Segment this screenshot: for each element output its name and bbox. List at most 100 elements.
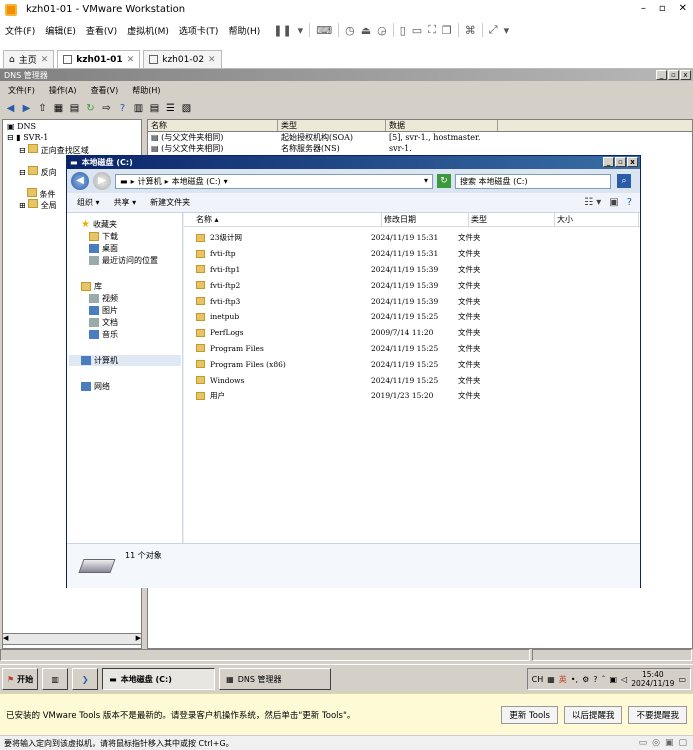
tab-close-icon[interactable]: ✕ bbox=[41, 55, 49, 65]
guest-screen[interactable]: DNS 管理器 _ ▫ x 文件(F) 操作(A) 查看(V) 帮助(H) ◀ … bbox=[0, 69, 693, 693]
dns-tree-scrollbar[interactable]: ◀ ▶ bbox=[2, 633, 142, 645]
taskbar-item-explorer[interactable]: ▬ 本地磁盘 (C:) bbox=[102, 668, 216, 690]
share-button[interactable]: 共享 ▾ bbox=[114, 197, 137, 208]
never-remind-button[interactable]: 不要提醒我 bbox=[628, 706, 687, 724]
refresh-icon[interactable]: ↻ bbox=[84, 102, 97, 115]
view-options-icon[interactable]: ☷ ▾ bbox=[584, 197, 601, 208]
console-icon[interactable]: ⌘ bbox=[465, 24, 476, 37]
tab-home[interactable]: ⌂ 主页 ✕ bbox=[3, 50, 55, 68]
up-icon[interactable]: ⇧ bbox=[36, 102, 49, 115]
help-icon[interactable]: ? bbox=[116, 102, 129, 115]
tree-item-dns[interactable]: ▣ DNS bbox=[7, 122, 36, 131]
close-button[interactable]: x bbox=[680, 70, 691, 80]
taskbar-item-dns[interactable]: ▦ DNS 管理器 bbox=[219, 668, 332, 690]
explorer-window[interactable]: ▬ 本地磁盘 (C:) _ ▫ x ◀ ▶ ▬ ▸ 计算机 ▸ 本地磁盘 (C:… bbox=[66, 155, 641, 588]
thumbnail-view-icon[interactable]: ▭ bbox=[412, 24, 422, 37]
powershell-icon[interactable]: ❯ bbox=[72, 668, 99, 690]
preview-pane-icon[interactable]: ▣ bbox=[609, 197, 618, 208]
pause-icon[interactable]: ❚❚ bbox=[273, 24, 291, 37]
file-row[interactable]: fvti-ftp3 2024/11/19 15:39 文件夹 bbox=[184, 293, 640, 309]
revert-snapshot-icon[interactable]: ⏏ bbox=[361, 24, 371, 37]
list-icon[interactable]: ☰ bbox=[164, 102, 177, 115]
refresh-button[interactable]: ↻ bbox=[437, 174, 451, 188]
column-size[interactable]: 大小 bbox=[555, 212, 639, 227]
nav-downloads[interactable]: 下载 bbox=[89, 231, 118, 242]
new-folder-button[interactable]: 新建文件夹 bbox=[150, 197, 190, 208]
remind-later-button[interactable]: 以后提醒我 bbox=[563, 706, 623, 724]
file-row[interactable]: fvti-ftp1 2024/11/19 15:39 文件夹 bbox=[184, 262, 640, 278]
breadcrumb-separator-icon[interactable]: ▾ bbox=[224, 177, 228, 186]
scroll-left-icon[interactable]: ◀ bbox=[3, 634, 8, 644]
address-dropdown-icon[interactable]: ▾ bbox=[424, 176, 428, 185]
organize-button[interactable]: 组织 ▾ bbox=[77, 197, 100, 208]
search-input[interactable]: 搜索 本地磁盘 (C:) bbox=[455, 173, 611, 189]
dns-menu-file[interactable]: 文件(F) bbox=[8, 85, 35, 96]
ime-mode[interactable]: 英 bbox=[559, 674, 567, 685]
dns-menu-action[interactable]: 操作(A) bbox=[49, 85, 77, 96]
fullscreen-icon[interactable]: ⛶ bbox=[428, 23, 436, 37]
search-icon[interactable]: ⌕ bbox=[617, 174, 631, 188]
file-row[interactable]: Program Files (x86) 2024/11/19 15:25 文件夹 bbox=[184, 356, 640, 372]
display-icon[interactable]: ▢ bbox=[678, 738, 687, 748]
nav-recent[interactable]: 最近访问的位置 bbox=[89, 255, 158, 266]
console-tree-icon[interactable]: ▦ bbox=[52, 102, 65, 115]
clock[interactable]: 15:40 2024/11/19 bbox=[631, 670, 674, 688]
dns-record-row[interactable]: ▤ (与父文件夹相同) 名称服务器(NS) svr-1. bbox=[148, 143, 692, 154]
cd-icon[interactable]: ◎ bbox=[652, 738, 660, 748]
menu-edit[interactable]: 编辑(E) bbox=[40, 24, 81, 37]
breadcrumb-separator-icon[interactable]: ▸ bbox=[131, 177, 135, 186]
hard-disk-icon[interactable]: ▭ bbox=[639, 738, 648, 748]
minimize-button[interactable]: _ bbox=[656, 70, 667, 80]
nav-desktop[interactable]: 桌面 bbox=[89, 243, 118, 254]
file-row[interactable]: 用户 2019/1/23 15:20 文件夹 bbox=[184, 388, 640, 404]
back-icon[interactable]: ◀ bbox=[4, 102, 17, 115]
dropdown-arrow-icon[interactable]: ▾ bbox=[298, 24, 304, 37]
breadcrumb-drive[interactable]: 本地磁盘 (C:) bbox=[172, 176, 221, 187]
show-desktop-icon[interactable]: ▭ bbox=[678, 675, 686, 684]
tree-item-server[interactable]: ⊟ ▮ SVR-1 bbox=[7, 133, 48, 142]
breadcrumb-computer[interactable]: 计算机 bbox=[138, 176, 162, 187]
file-row[interactable]: fvti-ftp2 2024/11/19 15:39 文件夹 bbox=[184, 277, 640, 293]
close-button[interactable]: ✕ bbox=[679, 3, 687, 14]
file-row[interactable]: PerfLogs 2009/7/14 11:20 文件夹 bbox=[184, 325, 640, 341]
file-row[interactable]: inetpub 2024/11/19 15:25 文件夹 bbox=[184, 309, 640, 325]
help-icon[interactable]: ? bbox=[593, 675, 597, 684]
server-manager-icon[interactable]: ▥ bbox=[42, 668, 69, 690]
filter-icon[interactable]: ▧ bbox=[180, 102, 193, 115]
nav-favorites[interactable]: ★ 收藏夹 bbox=[81, 219, 117, 230]
tab-close-icon[interactable]: ✕ bbox=[208, 55, 216, 65]
column-type[interactable]: 类型 bbox=[469, 212, 555, 227]
tab-close-icon[interactable]: ✕ bbox=[127, 55, 135, 65]
nav-music[interactable]: 音乐 bbox=[89, 329, 118, 340]
address-input[interactable]: ▬ ▸ 计算机 ▸ 本地磁盘 (C:) ▾ ▾ bbox=[115, 173, 433, 189]
back-button[interactable]: ◀ bbox=[71, 172, 89, 190]
dns-menu-view[interactable]: 查看(V) bbox=[91, 85, 119, 96]
file-row[interactable]: 23级计网 2024/11/19 15:31 文件夹 bbox=[184, 230, 640, 246]
column-name[interactable]: 名称 ▴ bbox=[184, 212, 382, 227]
maximize-button[interactable]: ▫ bbox=[668, 70, 679, 80]
maximize-button[interactable]: ▫ bbox=[615, 157, 626, 167]
export-icon[interactable]: ⇨ bbox=[100, 102, 113, 115]
dns-record-row[interactable]: ▤ (与父文件夹相同) 起始授权机构(SOA) [5], svr-1., hos… bbox=[148, 132, 692, 143]
file-list[interactable]: 名称 ▴ 修改日期 类型 大小 23级计网 2024/11/19 15:31 文件夹… bbox=[184, 212, 640, 543]
minimize-button[interactable]: – bbox=[641, 3, 646, 14]
send-keys-icon[interactable]: ⌨ bbox=[316, 24, 332, 37]
language-indicator[interactable]: CH bbox=[532, 675, 544, 684]
file-row[interactable]: Program Files 2024/11/19 15:25 文件夹 bbox=[184, 341, 640, 357]
ime-tool-icon[interactable]: ⚙ bbox=[582, 675, 589, 684]
view-icon[interactable]: ▥ bbox=[132, 102, 145, 115]
tab-kzh01-02[interactable]: kzh01-02 ✕ bbox=[143, 50, 222, 68]
tray-expand-icon[interactable]: ˆ bbox=[601, 675, 605, 684]
tree-item-reverse-zones[interactable]: ⊟ 反向 bbox=[19, 166, 57, 178]
column-date[interactable]: 修改日期 bbox=[382, 212, 469, 227]
nav-videos[interactable]: 视频 bbox=[89, 293, 118, 304]
menu-tabs[interactable]: 选项卡(T) bbox=[174, 24, 224, 37]
properties-icon[interactable]: ▤ bbox=[68, 102, 81, 115]
volume-icon[interactable]: ◁ bbox=[621, 675, 627, 684]
tree-item-global-logs[interactable]: ⊞ 全局 bbox=[19, 199, 57, 211]
column-data[interactable]: 数据 bbox=[386, 120, 498, 131]
nav-libraries[interactable]: 库 bbox=[81, 281, 102, 292]
forward-button[interactable]: ▶ bbox=[93, 172, 111, 190]
scroll-right-icon[interactable]: ▶ bbox=[136, 634, 141, 644]
file-row[interactable]: fvti-ftp 2024/11/19 15:31 文件夹 bbox=[184, 246, 640, 262]
